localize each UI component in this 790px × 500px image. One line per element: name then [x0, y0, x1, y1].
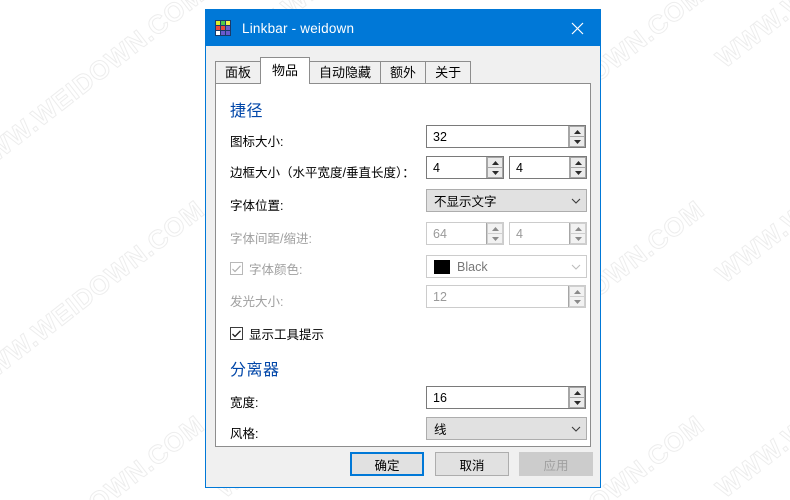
border-size-horizontal-stepper[interactable] [486, 157, 503, 178]
tab-1[interactable]: 物品 [260, 57, 311, 84]
font-position-value: 不显示文字 [434, 195, 497, 209]
border-size-horizontal-value: 4 [433, 160, 440, 175]
glow-size-stepper [568, 286, 585, 307]
cancel-button[interactable]: 取消 [435, 452, 509, 476]
stepper-down-icon[interactable] [487, 168, 503, 178]
font-indent-value: 4 [516, 226, 523, 241]
font-position-combobox[interactable]: 不显示文字 [426, 189, 587, 212]
font-indent-stepper [569, 223, 586, 244]
font-indent-spinbox: 4 [509, 222, 587, 245]
tab-4[interactable]: 关于 [425, 61, 472, 83]
app-icon-cell-2 [226, 21, 230, 25]
apply-button: 应用 [519, 452, 593, 476]
stepper-down-icon [487, 234, 503, 244]
tab-0[interactable]: 面板 [215, 61, 262, 83]
font-color-checkbox-row: 字体颜色: [230, 259, 302, 278]
icon-size-spinbox[interactable]: 32 [426, 125, 586, 148]
watermark-text: WWW.WEIDOWN.COM [0, 0, 210, 184]
chevron-down-icon[interactable] [566, 426, 586, 432]
ok-button[interactable]: 确定 [350, 452, 424, 476]
watermark-text: WWW.WEIDOWN.COM [710, 0, 790, 74]
show-tooltip-label: 显示工具提示 [249, 328, 325, 342]
glow-size-label: 发光大小: [230, 295, 284, 309]
font-spacing-label: 字体间距/缩进: [230, 232, 312, 246]
app-icon-cell-4 [221, 26, 225, 30]
border-size-vertical-value: 4 [516, 160, 523, 175]
stepper-up-icon [569, 286, 585, 297]
app-icon-cell-1 [221, 21, 225, 25]
border-size-vertical-spinbox[interactable]: 4 [509, 156, 587, 179]
separator-width-stepper[interactable] [568, 387, 585, 408]
grid-app-icon [215, 20, 231, 36]
font-color-combobox: Black [426, 255, 587, 278]
tab-2[interactable]: 自动隐藏 [309, 61, 382, 83]
separator-group-heading: 分离器 [230, 362, 280, 379]
separator-width-spinbox[interactable]: 16 [426, 386, 586, 409]
app-icon-cell-8 [226, 31, 230, 35]
stepper-down-icon[interactable] [569, 398, 585, 408]
app-icon-cell-3 [216, 26, 220, 30]
border-size-label: 边框大小（水平宽度/垂直长度）： [230, 166, 415, 180]
icon-size-label: 图标大小: [230, 135, 284, 149]
stepper-up-icon [570, 223, 586, 234]
glow-size-value: 12 [433, 289, 447, 304]
font-color-label: 字体颜色: [249, 263, 303, 277]
shortcut-group-heading: 捷径 [230, 103, 264, 120]
watermark-text: WWW.WEIDOWN.COM [710, 299, 790, 500]
show-tooltip-checkbox-row[interactable]: 显示工具提示 [230, 324, 324, 343]
tab-strip: 面板 物品 自动隐藏 额外 关于 [215, 56, 600, 84]
stepper-up-icon[interactable] [487, 157, 503, 168]
separator-width-label: 宽度: [230, 396, 259, 410]
stepper-down-icon [569, 297, 585, 307]
stepper-down-icon[interactable] [570, 168, 586, 178]
checkbox-checked-icon [230, 262, 243, 275]
title-bar: Linkbar - weidown [206, 10, 600, 46]
app-icon-cell-6 [216, 31, 220, 35]
app-icon-cell-0 [216, 21, 220, 25]
font-spacing-stepper [486, 223, 503, 244]
tab-3[interactable]: 额外 [380, 61, 427, 83]
stepper-up-icon[interactable] [569, 126, 585, 137]
dialog-button-bar: 确定 取消 应用 [206, 445, 600, 487]
watermark-text: WWW.WEIDOWN.COM [0, 194, 210, 399]
settings-dialog: Linkbar - weidown 面板 物品 自动隐藏 额外 关于 捷径 图标大小: … [205, 9, 601, 488]
stepper-up-icon[interactable] [570, 157, 586, 168]
icon-size-stepper[interactable] [568, 126, 585, 147]
font-position-label: 字体位置: [230, 199, 284, 213]
stepper-down-icon[interactable] [569, 137, 585, 147]
tab-page-items: 捷径 图标大小: 32 边框大小（水平宽度/垂直长度）： 4 4 字体位置: 不… [215, 83, 591, 447]
chevron-down-icon [566, 264, 586, 270]
separator-style-value: 线 [434, 423, 447, 437]
font-spacing-value: 64 [433, 226, 447, 241]
checkbox-checked-icon[interactable] [230, 327, 243, 340]
separator-style-label: 风格: [230, 427, 259, 441]
glow-size-spinbox: 12 [426, 285, 586, 308]
chevron-down-icon[interactable] [566, 198, 586, 204]
stepper-up-icon[interactable] [569, 387, 585, 398]
watermark-text: WWW.WEIDOWN.COM [0, 409, 211, 500]
icon-size-value: 32 [433, 129, 447, 144]
stepper-up-icon [487, 223, 503, 234]
close-icon[interactable] [554, 10, 600, 46]
app-icon-cell-5 [226, 26, 230, 30]
window-title: Linkbar - weidown [242, 20, 355, 36]
stepper-down-icon [570, 234, 586, 244]
font-color-value: Black [457, 259, 488, 274]
border-size-vertical-stepper[interactable] [569, 157, 586, 178]
font-spacing-spinbox: 64 [426, 222, 504, 245]
font-color-value-wrap: Black [427, 259, 566, 274]
border-size-horizontal-spinbox[interactable]: 4 [426, 156, 504, 179]
watermark-text: WWW.WEIDOWN.COM [710, 84, 790, 289]
separator-style-combobox[interactable]: 线 [426, 417, 587, 440]
app-icon-cell-7 [221, 31, 225, 35]
color-swatch [434, 259, 450, 274]
separator-width-value: 16 [433, 390, 447, 405]
